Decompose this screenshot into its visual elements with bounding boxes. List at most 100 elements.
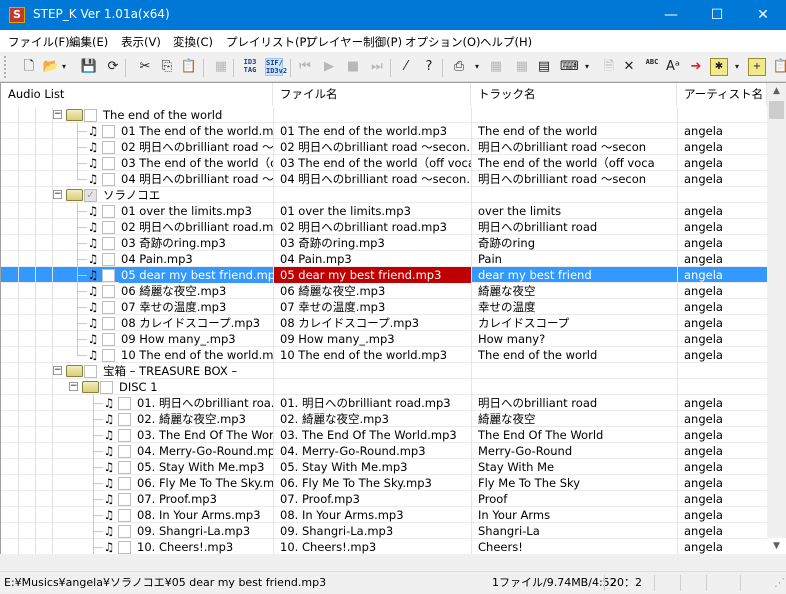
filename-cell[interactable]: 03. The End Of The World.mp3 bbox=[273, 427, 471, 443]
resize-grip-icon[interactable]: ⋰ bbox=[770, 572, 785, 594]
checkbox[interactable] bbox=[102, 269, 115, 282]
artist-cell[interactable]: angela bbox=[677, 523, 767, 539]
checkbox[interactable] bbox=[102, 205, 115, 218]
menu-player-control[interactable]: プレイヤー制御(P) bbox=[306, 34, 402, 50]
close-button[interactable]: ✕ bbox=[740, 0, 786, 30]
track-name-cell[interactable]: In Your Arms bbox=[471, 507, 677, 523]
table-row[interactable]: ♫ 01. 明日へのbrilliant roa... 01. 明日へのbrillia… bbox=[1, 395, 767, 411]
artist-cell[interactable]: angela bbox=[677, 283, 767, 299]
track-name-cell[interactable]: Shangri-La bbox=[471, 523, 677, 539]
column-header-track[interactable]: トラック名 bbox=[471, 83, 677, 106]
move-to-icon[interactable]: ➔ bbox=[687, 58, 705, 76]
track-name-cell[interactable]: カレイドスコープ bbox=[471, 315, 677, 331]
filename-cell[interactable]: 01. 明日へのbrilliant road.mp3 bbox=[273, 395, 471, 411]
next-icon[interactable]: ⏭ bbox=[368, 58, 386, 76]
table-row[interactable]: ♫ 05. Stay With Me.mp3 05. Stay With Me.mp… bbox=[1, 459, 767, 475]
checkbox[interactable] bbox=[118, 541, 131, 554]
artist-cell[interactable]: angela bbox=[677, 395, 767, 411]
menu-help[interactable]: ヘルプ(H) bbox=[480, 34, 532, 50]
play-icon[interactable]: ▶ bbox=[320, 58, 338, 76]
help-icon[interactable]: ? bbox=[420, 58, 438, 76]
checkbox[interactable] bbox=[102, 237, 115, 250]
artist-cell[interactable]: angela bbox=[677, 475, 767, 491]
document-icon[interactable]: 🗎 bbox=[600, 58, 618, 76]
filename-cell[interactable]: 03 The end of the world（off voca.. bbox=[273, 155, 471, 171]
checkbox[interactable] bbox=[84, 109, 97, 122]
checkbox[interactable] bbox=[100, 381, 113, 394]
filename-cell[interactable]: 09 How many_.mp3 bbox=[273, 331, 471, 347]
track-name-cell[interactable]: 綺麗な夜空 bbox=[471, 411, 677, 427]
track-name-cell[interactable]: Cheers! bbox=[471, 539, 677, 554]
table-row[interactable]: ♫ 10 The end of the world.mp3 10 The end o… bbox=[1, 347, 767, 363]
table-row[interactable]: ♫ 03 奇跡のring.mp3 03 奇跡のring.mp3 奇跡のring ange… bbox=[1, 235, 767, 251]
artist-cell[interactable]: angela bbox=[677, 507, 767, 523]
folder-row[interactable]: − DISC 1 bbox=[1, 379, 767, 395]
table-row[interactable]: ♫ 02 明日へのbrilliant road.mp3 02 明日へのbrillia… bbox=[1, 219, 767, 235]
open-dropdown-icon[interactable]: ▾ bbox=[60, 58, 68, 76]
table-row[interactable]: ♫ 08 カレイドスコープ.mp3 08 カレイドスコープ.mp3 カレイドスコープ a… bbox=[1, 315, 767, 331]
format-icon[interactable]: ⌨ bbox=[560, 58, 579, 76]
track-name-cell[interactable]: 奇跡のring bbox=[471, 235, 677, 251]
menu-view[interactable]: 表示(V) bbox=[121, 34, 161, 50]
clipboard-more-icon[interactable]: 📋 bbox=[772, 58, 786, 76]
delete-icon[interactable]: ✕ bbox=[620, 58, 638, 76]
table-row[interactable]: ♫ 04 Pain.mp3 04 Pain.mp3 Pain angela bbox=[1, 251, 767, 267]
filename-cell[interactable]: 07 幸せの温度.mp3 bbox=[273, 299, 471, 315]
artist-cell[interactable]: angela bbox=[677, 139, 767, 155]
table-row[interactable]: ♫ 05 dear my best friend.mp3 05 dear my be… bbox=[1, 267, 767, 283]
artist-cell[interactable]: angela bbox=[677, 267, 767, 283]
folder-star-icon[interactable]: ✱ bbox=[710, 58, 728, 76]
filename-cell[interactable]: 04 明日へのbrilliant road ～secon.... bbox=[273, 171, 471, 187]
filename-cell[interactable]: 02. 綺麗な夜空.mp3 bbox=[273, 411, 471, 427]
grid-b-icon[interactable]: ▦ bbox=[513, 58, 531, 76]
vertical-scroll-thumb[interactable] bbox=[769, 101, 784, 119]
table-row[interactable]: ♫ 07. Proof.mp3 07. Proof.mp3 Proof angela bbox=[1, 491, 767, 507]
checkbox[interactable] bbox=[102, 157, 115, 170]
previous-icon[interactable]: ⏮ bbox=[296, 58, 314, 76]
artist-cell[interactable]: angela bbox=[677, 427, 767, 443]
artist-cell[interactable]: angela bbox=[677, 443, 767, 459]
track-name-cell[interactable]: dear my best friend bbox=[471, 267, 677, 283]
toolbar-grip[interactable] bbox=[4, 56, 7, 78]
track-name-cell[interactable]: Pain bbox=[471, 251, 677, 267]
filename-cell[interactable] bbox=[273, 379, 471, 395]
artist-cell[interactable]: angela bbox=[677, 491, 767, 507]
format-dropdown-icon[interactable]: ▾ bbox=[583, 58, 591, 76]
track-name-cell[interactable] bbox=[471, 187, 677, 203]
table-row[interactable]: ♫ 09 How many_.mp3 09 How many_.mp3 How man… bbox=[1, 331, 767, 347]
checkbox[interactable] bbox=[102, 349, 115, 362]
checkbox[interactable] bbox=[102, 141, 115, 154]
table-row[interactable]: ♫ 01 The end of the world.mp3 01 The end o… bbox=[1, 123, 767, 139]
artist-cell[interactable]: angela bbox=[677, 203, 767, 219]
artist-cell[interactable]: angela bbox=[677, 315, 767, 331]
checkbox[interactable] bbox=[102, 333, 115, 346]
checkbox[interactable] bbox=[118, 397, 131, 410]
artist-cell[interactable]: angela bbox=[677, 219, 767, 235]
checkbox[interactable] bbox=[84, 365, 97, 378]
menu-playlist[interactable]: プレイリスト(P) bbox=[226, 34, 311, 50]
filename-cell[interactable] bbox=[273, 363, 471, 379]
artist-cell[interactable]: angela bbox=[677, 123, 767, 139]
copy-icon[interactable]: ⎘ bbox=[158, 58, 176, 76]
table-row[interactable]: ♫ 09. Shangri-La.mp3 09. Shangri-La.mp3 Sha… bbox=[1, 523, 767, 539]
filename-cell[interactable]: 02 明日へのbrilliant road.mp3 bbox=[273, 219, 471, 235]
abc-spell-icon[interactable]: ABC bbox=[643, 58, 661, 76]
track-name-cell[interactable]: 明日へのbrilliant road bbox=[471, 219, 677, 235]
case-convert-icon[interactable]: Aᵃ bbox=[664, 58, 682, 76]
table-row[interactable]: ♫ 07 幸せの温度.mp3 07 幸せの温度.mp3 幸せの温度 angela bbox=[1, 299, 767, 315]
artist-cell[interactable] bbox=[677, 363, 767, 379]
artist-cell[interactable]: angela bbox=[677, 235, 767, 251]
filename-cell[interactable]: 01 The end of the world.mp3 bbox=[273, 123, 471, 139]
filename-cell[interactable]: 04. Merry-Go-Round.mp3 bbox=[273, 443, 471, 459]
artist-cell[interactable]: angela bbox=[677, 251, 767, 267]
minimize-button[interactable]: — bbox=[648, 0, 694, 30]
track-name-cell[interactable]: Stay With Me bbox=[471, 459, 677, 475]
folder-add-icon[interactable]: + bbox=[748, 58, 766, 76]
table-row[interactable]: ♫ 02 明日へのbrilliant road ～... 02 明日へのbrilli… bbox=[1, 139, 767, 155]
checkbox[interactable] bbox=[102, 301, 115, 314]
table-row[interactable]: ♫ 04 明日へのbrilliant road ～... 04 明日へのbrilli… bbox=[1, 171, 767, 187]
filename-cell[interactable]: 06. Fly Me To The Sky.mp3 bbox=[273, 475, 471, 491]
checkbox[interactable] bbox=[118, 461, 131, 474]
menu-options[interactable]: オプション(O) bbox=[405, 34, 481, 50]
track-name-cell[interactable] bbox=[471, 379, 677, 395]
